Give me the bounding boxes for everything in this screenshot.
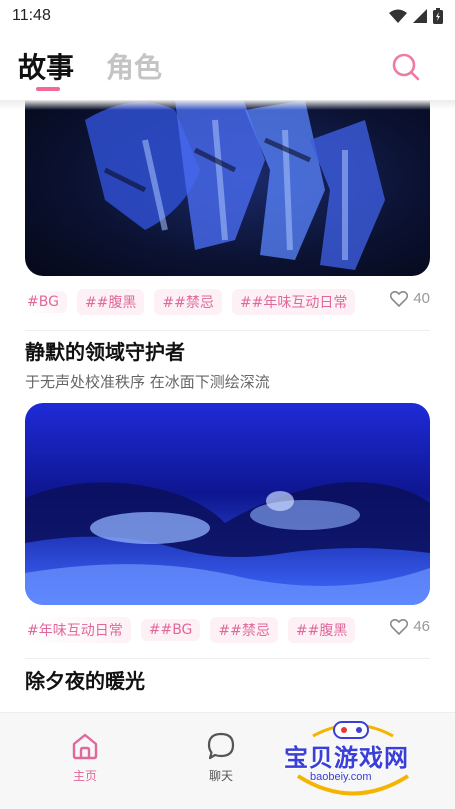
status-time: 11:48 <box>12 7 51 24</box>
nav-home[interactable]: 主页 <box>55 731 115 784</box>
tag[interactable]: ##禁忌 <box>210 617 278 643</box>
heart-icon <box>390 618 409 635</box>
tab-story[interactable]: 故事 <box>18 46 74 86</box>
tag[interactable]: ##禁忌 <box>154 289 222 315</box>
header: 故事 角色 <box>0 32 455 100</box>
signal-icon <box>413 9 427 23</box>
watermark-logo: 宝贝游戏网 baobeiy.com <box>278 716 428 806</box>
story-title[interactable]: 除夕夜的暖光 <box>25 665 145 694</box>
home-icon <box>72 733 98 760</box>
status-bar: 11:48 <box>0 0 455 32</box>
divider <box>25 330 430 331</box>
story-title[interactable]: 静默的领域守护者 <box>25 336 185 365</box>
divider <box>25 658 430 659</box>
like-button[interactable]: 40 <box>390 290 430 307</box>
story-description: 于无声处校准秩序 在冰面下测绘深流 <box>25 373 270 391</box>
watermark-url: baobeiy.com <box>310 771 372 783</box>
search-icon[interactable] <box>391 52 421 82</box>
story-tags: #年味互动日常 ##BG ##禁忌 ##腹黑 46 <box>25 616 430 644</box>
status-icons <box>389 8 443 24</box>
like-button[interactable]: 46 <box>390 618 430 635</box>
nav-chat-label: 聊天 <box>208 769 233 783</box>
story-feed[interactable]: #BG ##腹黑 ##禁忌 ##年味互动日常 40 静默的领域守护者 于无声处校… <box>0 100 455 712</box>
like-count: 46 <box>413 618 430 635</box>
story-cover-image[interactable] <box>25 403 430 605</box>
tag[interactable]: ##年味互动日常 <box>231 289 356 315</box>
story-cover-image[interactable] <box>25 100 430 276</box>
nav-chat[interactable]: 聊天 <box>191 731 251 784</box>
tag[interactable]: ##腹黑 <box>287 617 356 643</box>
tag[interactable]: ##BG <box>140 619 201 641</box>
tag[interactable]: #年味互动日常 <box>25 617 131 643</box>
active-tab-indicator <box>36 87 60 91</box>
chat-icon <box>207 732 235 760</box>
watermark-text: 宝贝游戏网 <box>284 744 409 772</box>
tag[interactable]: #BG <box>25 291 67 313</box>
wifi-icon <box>389 9 407 23</box>
nav-home-label: 主页 <box>72 769 97 783</box>
tab-role[interactable]: 角色 <box>106 46 162 86</box>
heart-icon <box>390 290 409 307</box>
battery-icon <box>433 8 443 24</box>
story-tags: #BG ##腹黑 ##禁忌 ##年味互动日常 40 <box>25 288 430 316</box>
tag[interactable]: ##腹黑 <box>76 289 145 315</box>
like-count: 40 <box>413 290 430 307</box>
